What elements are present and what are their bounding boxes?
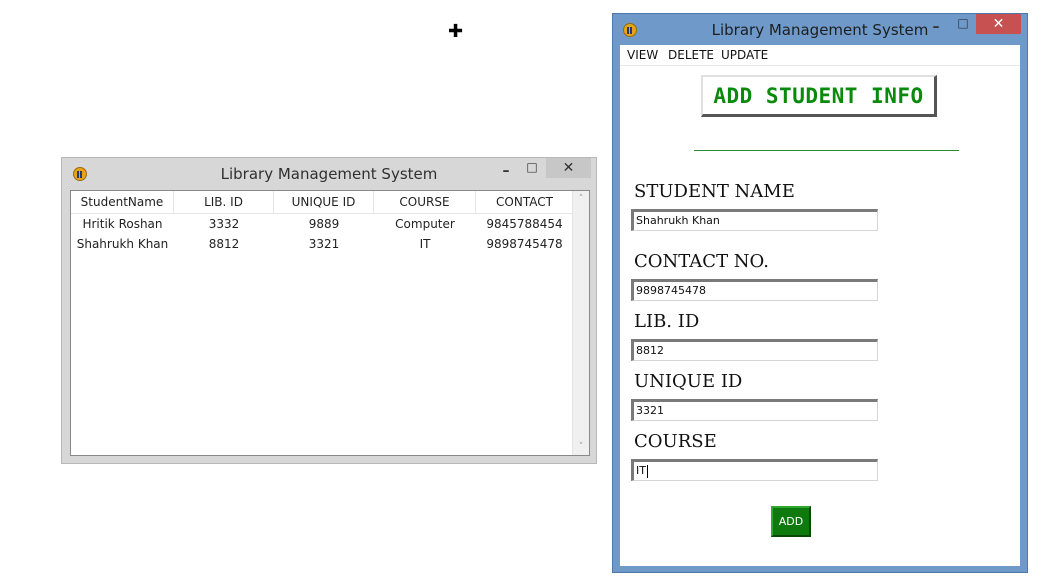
form-client-area: VIEW DELETE UPDATE ADD STUDENT INFO STUD… [620, 45, 1020, 566]
contact-no-label: CONTACT NO. [634, 251, 769, 272]
menu-delete[interactable]: DELETE [668, 45, 714, 65]
title-bar[interactable]: Library Management System – □ ✕ [62, 158, 596, 188]
column-header-contact[interactable]: CONTACT [476, 191, 573, 213]
column-header-lib-id[interactable]: LIB. ID [174, 191, 274, 213]
course-input-value: IT [636, 464, 646, 477]
cell-unique-id: 9889 [308, 217, 340, 231]
column-header-unique-id[interactable]: UNIQUE ID [274, 191, 374, 213]
cell-student-name: Shahrukh Khan [76, 237, 169, 251]
cell-course: IT [419, 237, 431, 251]
menu-update[interactable]: UPDATE [721, 45, 768, 65]
maximize-button[interactable]: □ [519, 158, 545, 178]
unique-id-label: UNIQUE ID [634, 371, 743, 392]
cell-student-name: Hritik Roshan [82, 217, 163, 231]
table-row[interactable]: Shahrukh Khan 8812 3321 IT 9898745478 [71, 234, 573, 254]
cell-contact: 9845788454 [486, 217, 563, 231]
cell-contact: 9898745478 [486, 237, 563, 251]
cell-unique-id: 3321 [308, 237, 340, 251]
cell-lib-id: 8812 [208, 237, 240, 251]
minimize-button[interactable]: – [923, 14, 949, 35]
title-bar[interactable]: Library Management System – □ ✕ [613, 14, 1027, 44]
close-button[interactable]: ✕ [546, 158, 591, 178]
add-student-window: Library Management System – □ ✕ VIEW DEL… [612, 13, 1028, 573]
text-caret [646, 464, 648, 478]
course-label: COURSE [634, 431, 717, 452]
student-list-window: Library Management System – □ ✕ StudentN… [61, 157, 597, 464]
contact-no-input[interactable]: 9898745478 [631, 279, 878, 301]
unique-id-input[interactable]: 3321 [631, 399, 878, 421]
list-body: Hritik Roshan 3332 9889 Computer 9845788… [71, 214, 573, 254]
student-list-view[interactable]: StudentName LIB. ID UNIQUE ID COURSE CON… [70, 190, 590, 456]
vertical-scrollbar[interactable]: ˄ ˅ [572, 191, 589, 455]
table-row[interactable]: Hritik Roshan 3332 9889 Computer 9845788… [71, 214, 573, 234]
close-button[interactable]: ✕ [976, 14, 1021, 34]
course-input[interactable]: IT [631, 459, 878, 481]
list-header: StudentName LIB. ID UNIQUE ID COURSE CON… [71, 191, 573, 214]
menu-bar: VIEW DELETE UPDATE [620, 45, 1020, 66]
scroll-up-icon[interactable]: ˄ [573, 191, 589, 207]
lib-id-label: LIB. ID [634, 311, 700, 332]
column-header-studentname[interactable]: StudentName [71, 191, 174, 213]
add-button[interactable]: ADD [771, 506, 811, 537]
minimize-button[interactable]: – [493, 158, 519, 179]
maximize-button[interactable]: □ [950, 14, 976, 34]
scroll-down-icon[interactable]: ˅ [573, 439, 589, 455]
lib-id-input[interactable]: 8812 [631, 339, 878, 361]
student-name-input[interactable]: Shahrukh Khan [631, 209, 878, 231]
add-student-info-button[interactable]: ADD STUDENT INFO [701, 75, 937, 117]
header-divider [694, 150, 959, 151]
column-header-course[interactable]: COURSE [374, 191, 476, 213]
menu-view[interactable]: VIEW [627, 45, 658, 65]
cell-course: Computer [395, 217, 455, 231]
cell-lib-id: 3332 [208, 217, 240, 231]
crosshair-cursor-icon: ✚ [448, 21, 464, 42]
student-name-label: STUDENT NAME [634, 181, 795, 202]
